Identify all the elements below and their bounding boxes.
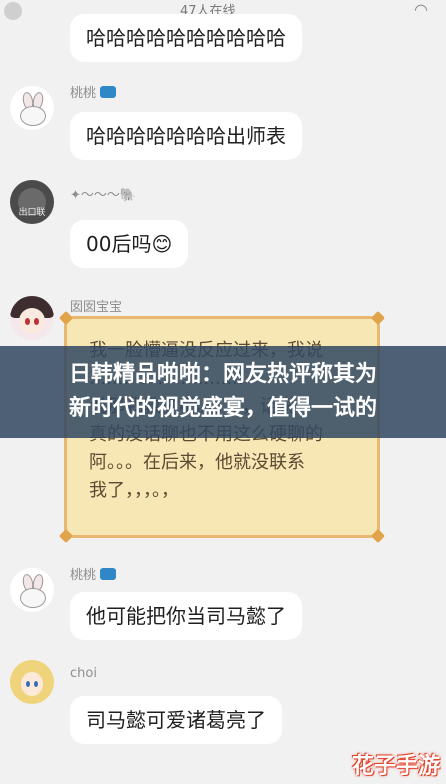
chat-screen: 47人在线 ◠ 哈哈哈哈哈哈哈哈哈哈 桃桃 哈哈哈哈哈哈哈出师表 出口联 ✦～～… [0,0,446,784]
headline-overlay: 日韩精品啪啪：网友热评称其为 新时代的视觉盛宴，值得一试的 [0,346,446,438]
avatar[interactable] [10,660,54,704]
message-bubble[interactable]: 司马懿可爱诸葛亮了 [70,696,282,744]
sender-name: choi [70,666,97,681]
sender-name: ✦～～～🐘 [70,188,137,203]
avatar[interactable] [10,568,54,612]
corner-icon [58,528,74,544]
avatar[interactable] [10,296,54,340]
corner-icon [370,528,386,544]
sender-name-row: 囡囡宝宝 [70,296,122,315]
sender-name-row: 桃桃 [70,564,117,583]
avatar[interactable]: 出口联 [10,180,54,224]
headline-line-2: 新时代的视觉盛宴，值得一试的 [68,396,377,421]
sender-name: 囡囡宝宝 [70,300,123,315]
message-bubble[interactable]: 他可能把你当司马懿了 [70,592,302,640]
badge-icon [100,85,117,98]
message-bubble[interactable]: 哈哈哈哈哈哈哈出师表 [70,112,302,160]
watermark-logo: 花子手游 [351,754,440,779]
wifi-icon: ◠ [414,0,428,19]
corner-icon [370,310,386,326]
sender-name-row: 桃桃 [70,82,117,101]
avatar[interactable] [10,86,54,130]
status-left-icon [4,2,22,20]
sender-name-row: choi [70,666,97,681]
sender-name: 桃桃 [70,86,97,101]
headline-line-1: 日韩精品啪啪：网友热评称其为 [68,362,377,387]
message-bubble[interactable]: 哈哈哈哈哈哈哈哈哈哈 [70,14,302,62]
badge-icon [100,567,117,580]
message-bubble[interactable]: 00后吗😊 [70,220,189,268]
sender-name-row: ✦～～～🐘 [70,184,136,203]
sender-name: 桃桃 [70,568,97,583]
